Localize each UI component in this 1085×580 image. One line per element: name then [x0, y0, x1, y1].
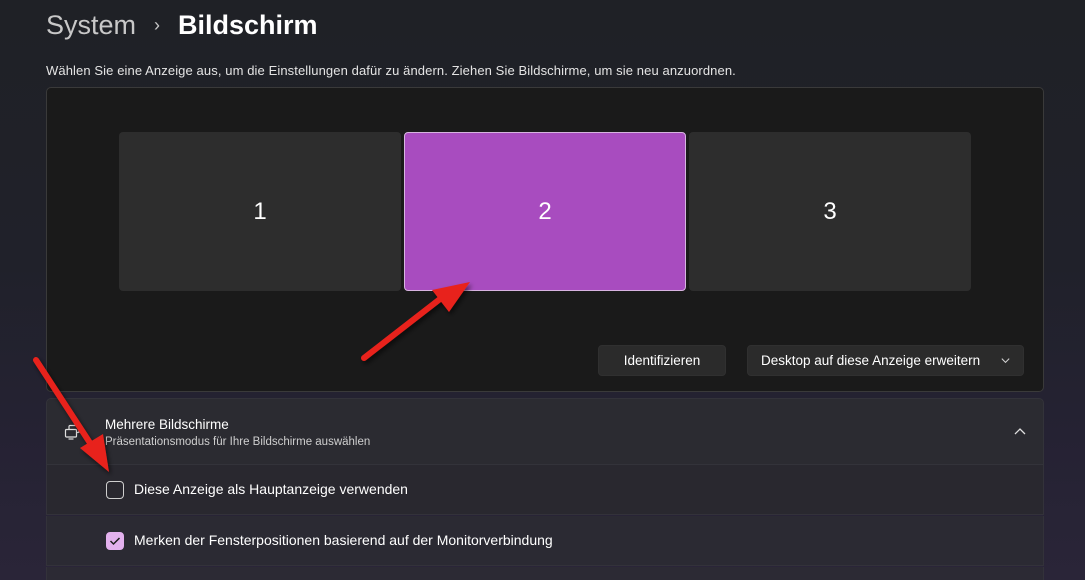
multiple-displays-description: Präsentationsmodus für Ihre Bildschirme … [105, 436, 371, 448]
checkmark-icon [109, 537, 121, 546]
display-arrangement-panel: 1 2 3 Identifizieren Desktop auf diese A… [46, 87, 1044, 392]
multiple-displays-header[interactable]: Mehrere Bildschirme Präsentationsmodus f… [46, 398, 1044, 465]
display-mode-selected: Desktop auf diese Anzeige erweitern [761, 353, 981, 368]
remember-window-positions-label: Merken der Fensterpositionen basierend a… [134, 532, 553, 548]
multiple-displays-section: Mehrere Bildschirme Präsentationsmodus f… [46, 398, 1044, 580]
monitor-2[interactable]: 2 [404, 132, 686, 291]
breadcrumb: System › Bildschirm [46, 6, 318, 44]
monitor-label: 3 [823, 197, 837, 225]
main-display-option-row: Diese Anzeige als Hauptanzeige verwenden [46, 465, 1044, 515]
main-display-checkbox[interactable] [106, 481, 124, 499]
multiple-displays-title: Mehrere Bildschirme [105, 417, 229, 432]
remember-window-positions-row: Merken der Fensterpositionen basierend a… [46, 516, 1044, 566]
monitor-label: 1 [253, 197, 267, 225]
next-option-row [46, 567, 1044, 580]
multi-display-icon [64, 424, 80, 440]
page-subtitle: Wählen Sie eine Anzeige aus, um die Eins… [46, 63, 736, 78]
display-mode-dropdown[interactable]: Desktop auf diese Anzeige erweitern [747, 345, 1024, 376]
monitor-3[interactable]: 3 [689, 132, 971, 291]
remember-window-positions-checkbox[interactable] [106, 532, 124, 550]
monitor-1[interactable]: 1 [119, 132, 401, 291]
identify-button[interactable]: Identifizieren [598, 345, 726, 376]
identify-button-label: Identifizieren [623, 353, 701, 368]
chevron-right-icon: › [154, 14, 161, 35]
page-title: Bildschirm [178, 9, 318, 40]
chevron-down-icon [1001, 358, 1010, 364]
monitor-label: 2 [538, 197, 552, 225]
breadcrumb-system-link[interactable]: System [46, 10, 136, 41]
chevron-up-icon[interactable] [1013, 426, 1027, 438]
main-display-option-label: Diese Anzeige als Hauptanzeige verwenden [134, 481, 408, 497]
